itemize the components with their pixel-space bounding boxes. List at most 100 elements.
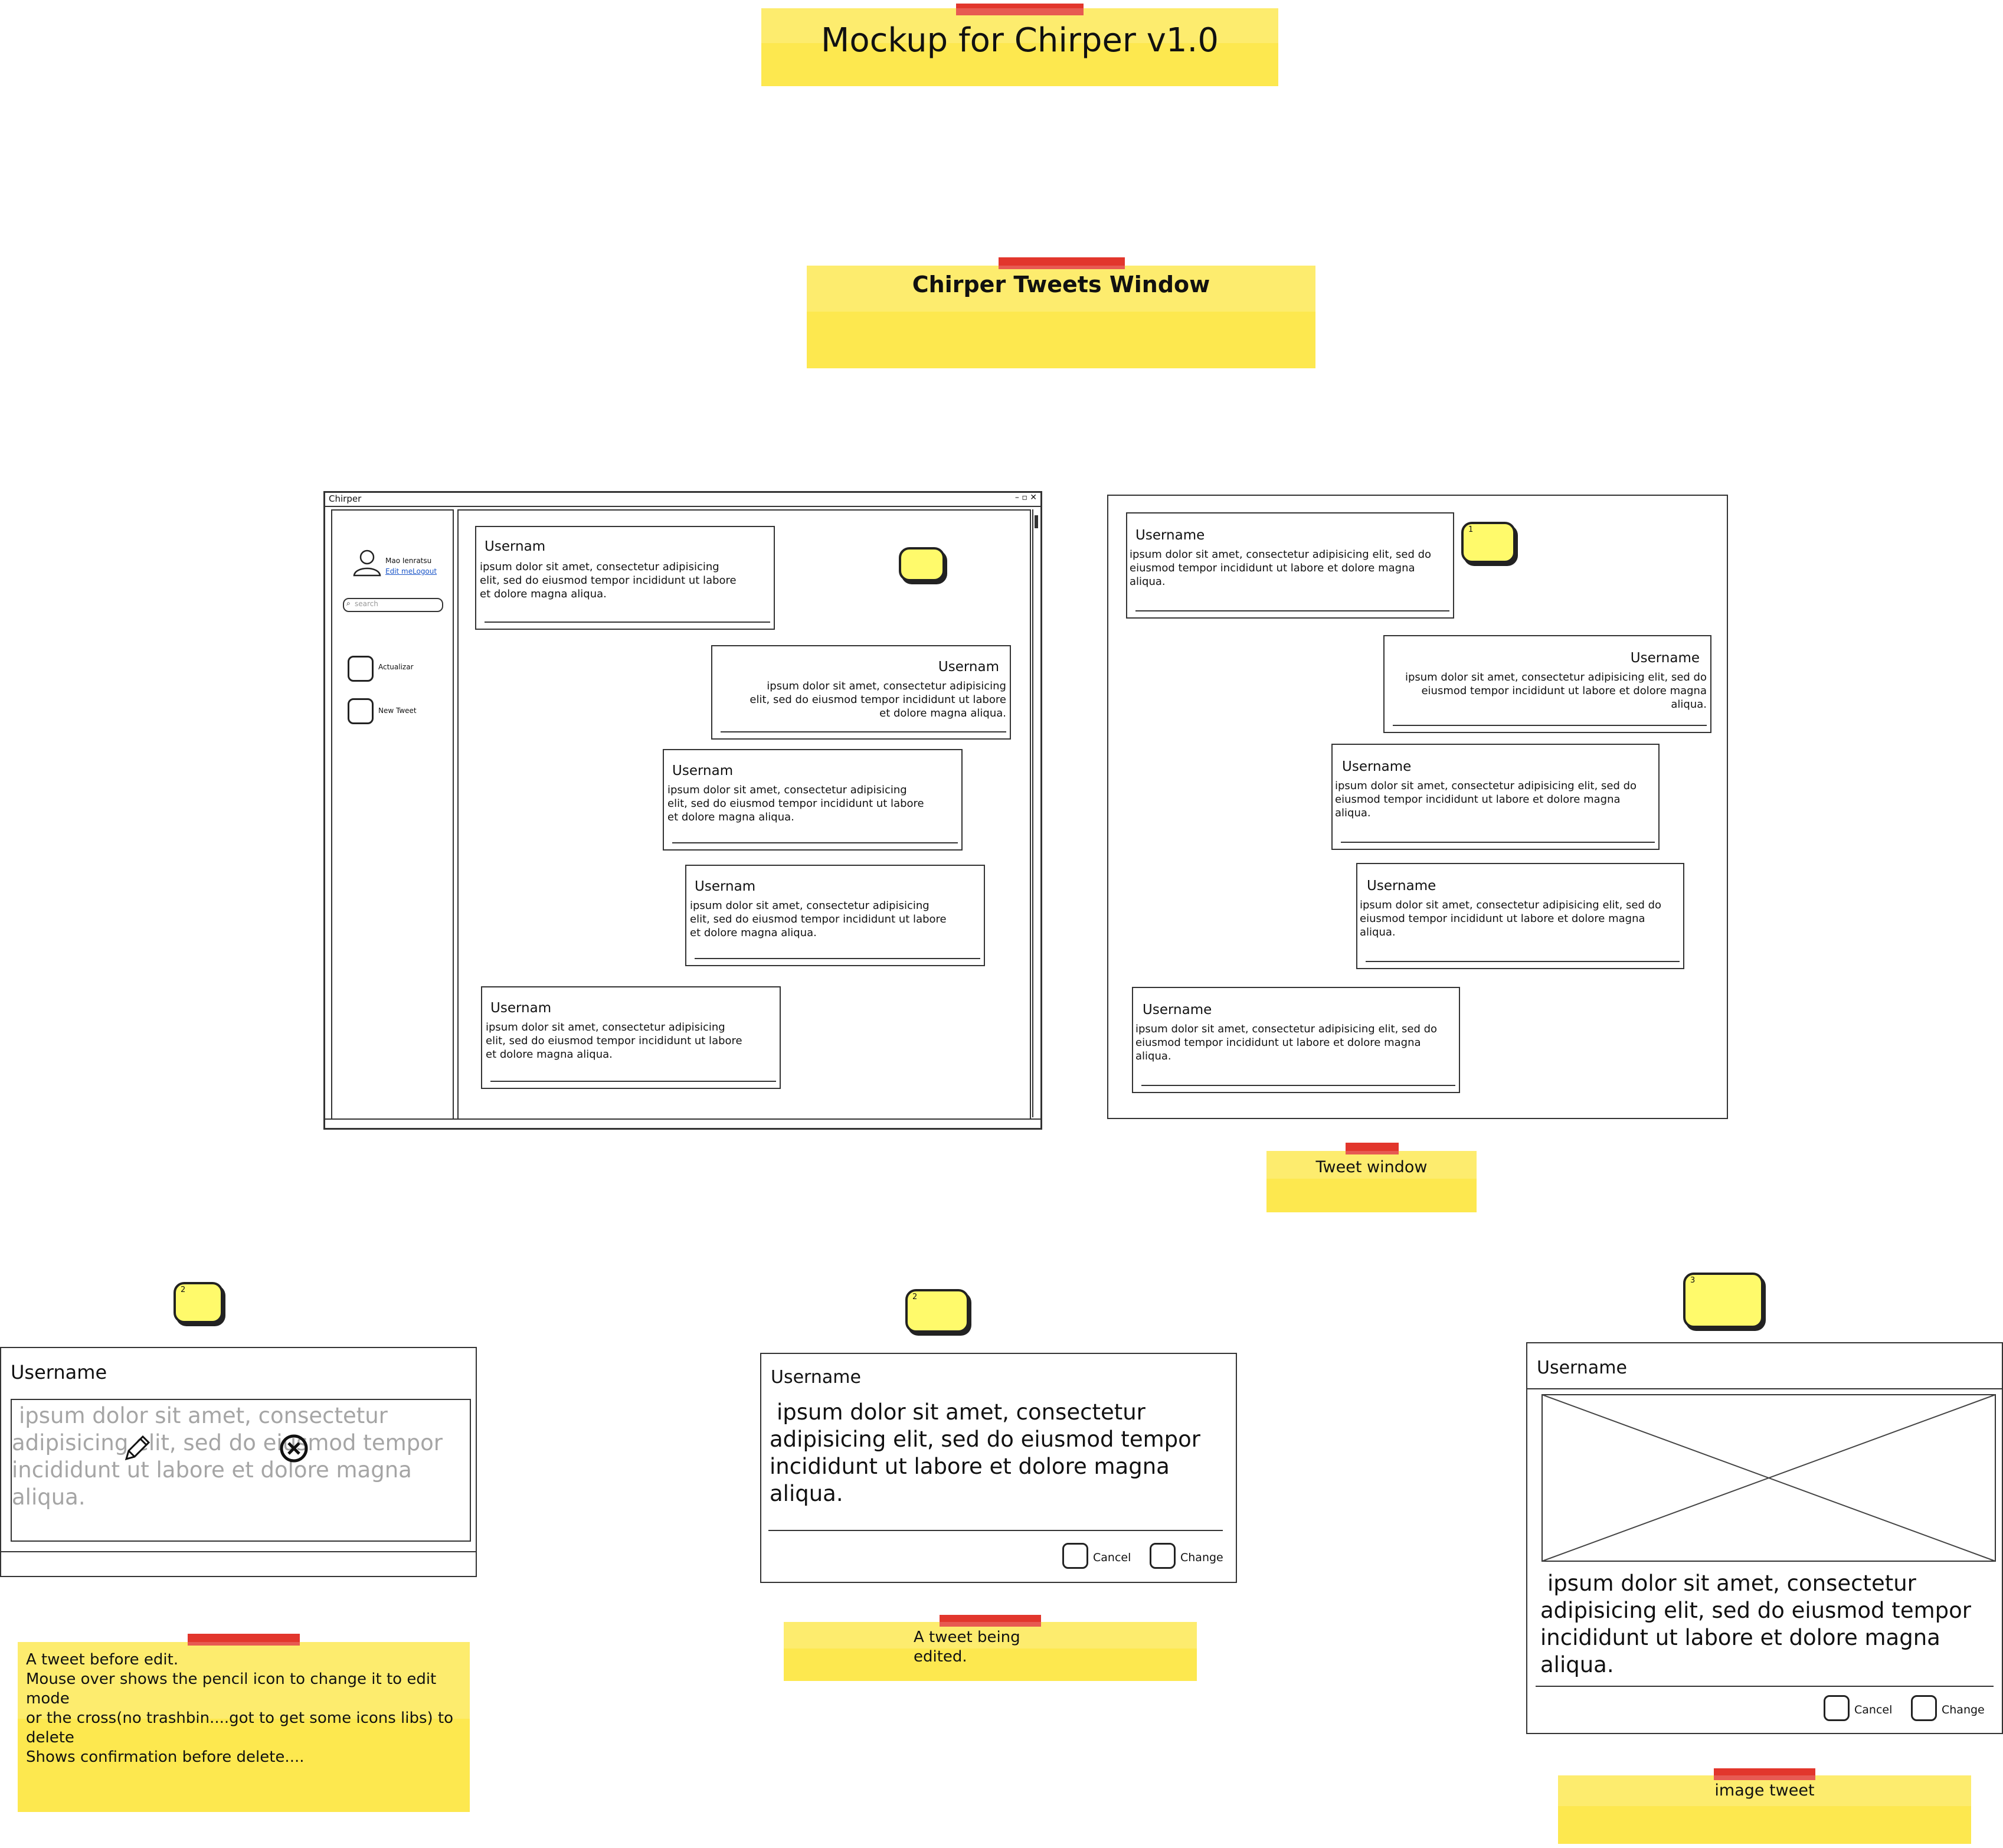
tweet-divider <box>490 1081 776 1082</box>
status-bar <box>325 1118 1040 1128</box>
change-label: Change <box>1942 1703 1985 1716</box>
page-title: Mockup for Chirper v1.0 <box>821 21 1219 60</box>
tweet-card[interactable]: Username ipsum dolor sit amet, consectet… <box>1383 635 1711 733</box>
tweet-card[interactable]: Usernam ipsum dolor sit amet, consectetu… <box>663 749 963 851</box>
being-edited-caption: A tweet being edited. <box>914 1628 1020 1666</box>
change-checkbox[interactable] <box>1150 1543 1176 1569</box>
window-titlebar: Chirper – ▫ ✕ <box>325 493 1040 507</box>
image-tweet[interactable]: Username ipsum dolor sit amet, consectet… <box>1526 1342 2003 1734</box>
tape <box>956 4 1084 15</box>
tweet-divider <box>1393 725 1707 726</box>
tweet-body: ipsum dolor sit amet, consectetur adipis… <box>1405 671 1707 711</box>
tweet-body: ipsum dolor sit amet, consectetur adipis… <box>480 561 737 600</box>
user-avatar-icon <box>353 550 381 577</box>
tweet-card[interactable]: Username ipsum dolor sit amet, consectet… <box>1356 863 1684 969</box>
tweet-divider <box>672 842 958 843</box>
logout-link[interactable]: Logout <box>413 567 437 575</box>
tweet-body: ipsum dolor sit amet, consectetur adipisi… <box>1540 1571 1971 1677</box>
tweet-divider <box>1141 1085 1455 1086</box>
bubble-number: 2 <box>912 1293 918 1301</box>
tape <box>940 1615 1041 1627</box>
tweet-window-sticky: Tweet window <box>1266 1143 1477 1212</box>
tweet-card[interactable]: Usernam ipsum dolor sit amet, consectetu… <box>481 986 781 1089</box>
edit-me-link[interactable]: Edit me <box>385 567 413 575</box>
tweet-body: ipsum dolor sit amet, consectetur adipis… <box>486 1021 742 1061</box>
tweet-body: ipsum dolor sit amet, consectetur adipis… <box>1130 548 1432 588</box>
actualizar-checkbox[interactable] <box>348 656 374 682</box>
annotation-bubble: 2 <box>905 1289 969 1333</box>
tweet-card[interactable]: Usernam ipsum dolor sit amet, consectetu… <box>475 526 775 630</box>
tweet-username: Usernam <box>695 879 756 894</box>
tweet-body: ipsum dolor sit amet, consectetur adipis… <box>1335 780 1637 819</box>
tweet-username: Username <box>1143 1002 1212 1018</box>
username-divider <box>1527 1388 2002 1389</box>
sidebar: Mao Ienratsu Edit me Logout ⌕ search Act… <box>331 509 454 1120</box>
search-input[interactable]: ⌕ search <box>343 598 443 612</box>
tweet-username: Username <box>1367 878 1436 894</box>
image-tweet-caption: image tweet <box>1714 1781 1815 1800</box>
tweet-window: 1 Username ipsum dolor sit amet, consect… <box>1107 495 1728 1119</box>
app-window: Chirper – ▫ ✕ Mao Ienratsu Edit me Logou… <box>323 491 1042 1130</box>
annotation-bubble: 3 <box>1683 1273 1763 1328</box>
cancel-label: Cancel <box>1093 1551 1131 1564</box>
user-name: Mao Ienratsu <box>385 557 432 565</box>
tweet-username: Usernam <box>938 659 999 675</box>
annotation-bubble: 1 <box>1461 522 1516 563</box>
tweet-username: Username <box>771 1367 861 1388</box>
tweet-body: ipsum dolor sit amet, consectetur adipis… <box>1360 899 1662 938</box>
section-title: Chirper Tweets Window <box>912 272 1210 297</box>
tweet-before-edit[interactable]: Username ipsum dolor sit amet, consectet… <box>0 1347 477 1577</box>
tweet-card[interactable]: Usernam ipsum dolor sit amet, consectetu… <box>685 865 985 966</box>
tweet-username: Username <box>1135 528 1205 543</box>
change-checkbox[interactable] <box>1911 1695 1937 1721</box>
search-icon: ⌕ <box>346 599 351 607</box>
tweet-divider <box>485 622 770 623</box>
tweet-username: Usernam <box>490 1000 552 1016</box>
scrollbar[interactable] <box>1032 509 1040 1117</box>
tweet-body: ipsum dolor sit amet, consectetur adipis… <box>750 680 1006 719</box>
tweet-username: Usernam <box>672 763 734 779</box>
tweet-being-edited[interactable]: Username ipsum dolor sit amet, consectet… <box>760 1353 1237 1583</box>
cancel-checkbox[interactable] <box>1062 1543 1088 1569</box>
edit-divider <box>768 1530 1223 1531</box>
delete-cross-icon[interactable] <box>279 1433 309 1464</box>
annotation-bubble: 2 <box>174 1282 223 1323</box>
tweet-body: ipsum dolor sit amet, consectetur adipis… <box>690 900 947 939</box>
tweet-footer-divider <box>1 1551 476 1552</box>
before-edit-sticky: A tweet before edit. Mouse over shows the… <box>18 1634 470 1812</box>
actualizar-label: Actualizar <box>378 663 414 671</box>
tape <box>1346 1143 1399 1154</box>
tweet-username: Username <box>1342 759 1412 774</box>
tweet-card[interactable]: Usernam ipsum dolor sit amet, consectetu… <box>711 645 1011 740</box>
new-tweet-checkbox[interactable] <box>348 698 374 724</box>
title-sticky: Mockup for Chirper v1.0 <box>761 4 1278 86</box>
tweet-body: ipsum dolor sit amet, consectetur adipis… <box>1135 1023 1438 1062</box>
tweet-divider <box>1341 842 1655 843</box>
section-sticky: Chirper Tweets Window <box>807 257 1315 368</box>
image-tweet-sticky: image tweet <box>1558 1768 1971 1844</box>
tweet-body-box: ipsum dolor sit amet, consectetur adipisi… <box>11 1399 471 1542</box>
tweet-body: ipsum dolor sit amet, consectetur adipis… <box>667 784 924 823</box>
scrollbar-thumb[interactable] <box>1035 515 1038 528</box>
tweet-edit-body[interactable]: ipsum dolor sit amet, consectetur adipisi… <box>770 1399 1236 1507</box>
tweet-card[interactable]: Username ipsum dolor sit amet, consectet… <box>1126 512 1454 619</box>
bubble-number: 1 <box>1468 525 1474 534</box>
tweet-username: Username <box>1537 1358 1627 1378</box>
window-controls-icon[interactable]: – ▫ ✕ <box>1015 493 1037 502</box>
window-title: Chirper <box>329 493 362 504</box>
pencil-icon[interactable] <box>122 1433 152 1464</box>
tweet-card[interactable]: Username ipsum dolor sit amet, consectet… <box>1132 987 1460 1093</box>
tape <box>1714 1768 1815 1780</box>
before-edit-caption: A tweet before edit. Mouse over shows the… <box>26 1651 454 1766</box>
cancel-checkbox[interactable] <box>1824 1695 1850 1721</box>
cancel-label: Cancel <box>1854 1703 1893 1716</box>
tweet-divider <box>1135 610 1449 611</box>
search-placeholder: search <box>355 600 378 608</box>
image-tweet-divider <box>1536 1686 1994 1687</box>
tweet-card[interactable]: Username ipsum dolor sit amet, consectet… <box>1331 744 1660 850</box>
bubble-number: 3 <box>1690 1276 1696 1285</box>
new-tweet-label: New Tweet <box>378 707 417 715</box>
tweet-window-caption: Tweet window <box>1315 1158 1428 1176</box>
bubble-number: 2 <box>181 1286 186 1294</box>
tweet-divider <box>1366 961 1680 962</box>
